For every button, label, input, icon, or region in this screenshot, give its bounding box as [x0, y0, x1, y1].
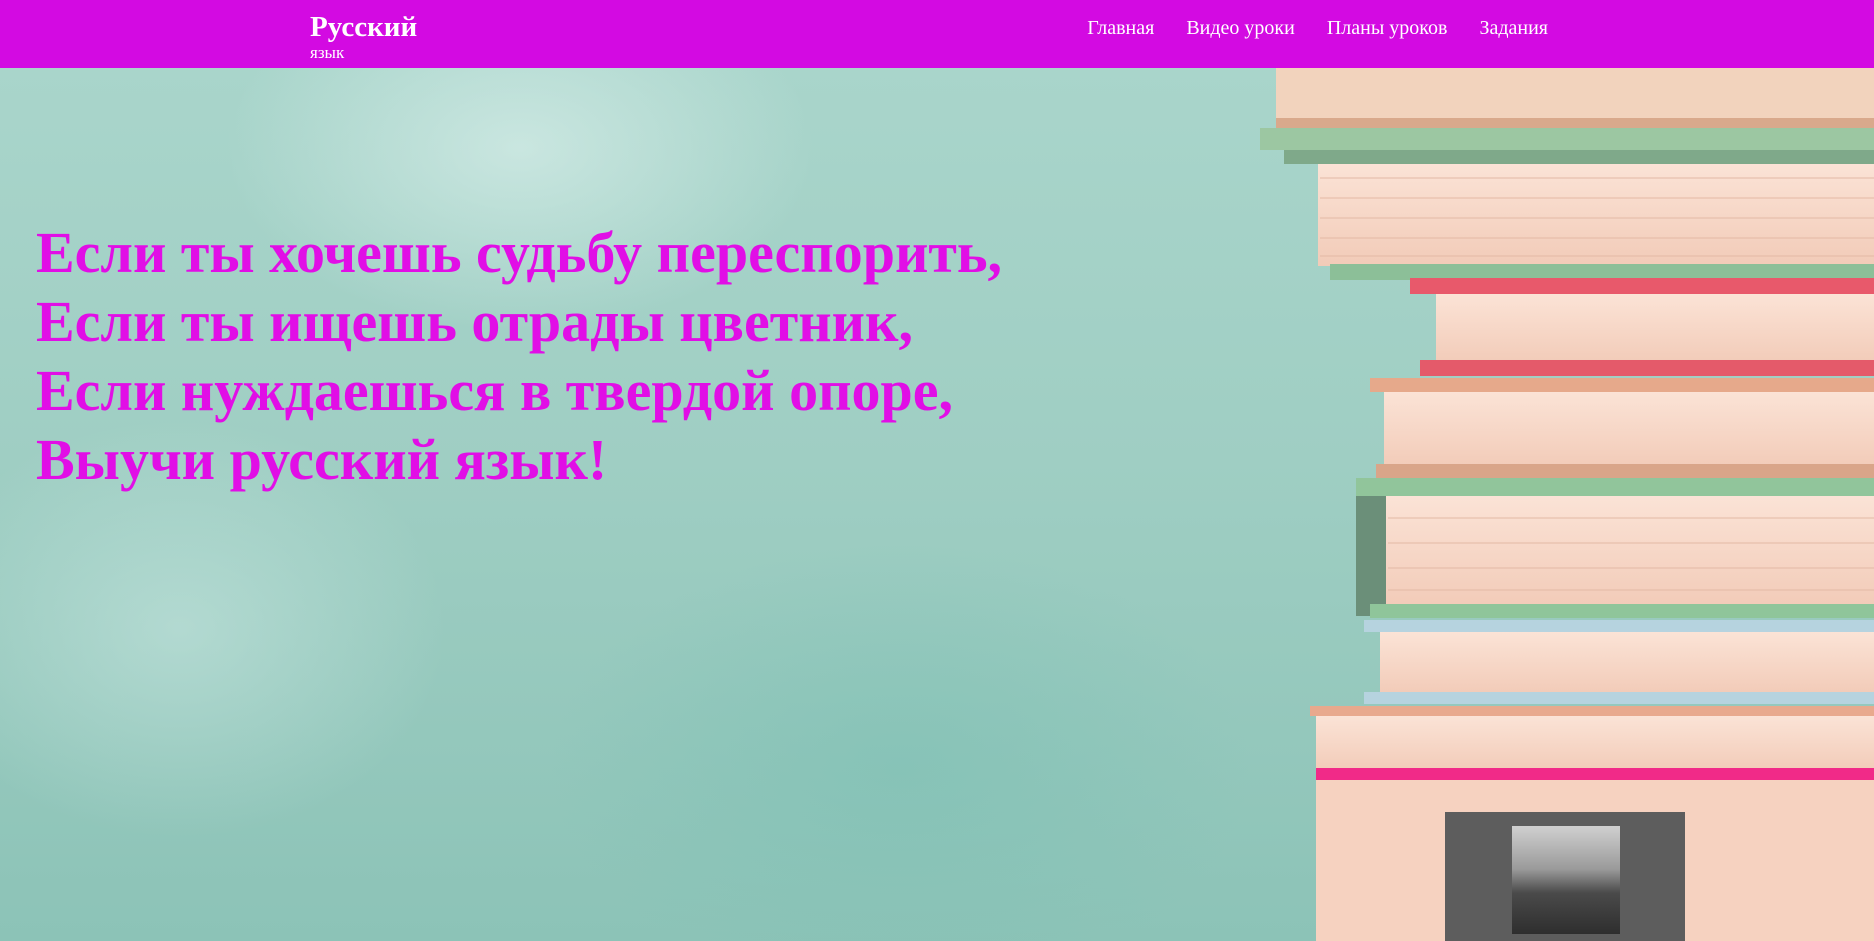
site-logo[interactable]: Русский язык: [310, 8, 417, 62]
poem-line: Если ты ищешь отрады цветник,: [36, 289, 913, 354]
poem-line: Если нуждаешься в твердой опоре,: [36, 358, 953, 423]
poem-line: Выучи русский язык!: [36, 427, 608, 492]
nav-link-video-lessons[interactable]: Видео уроки: [1186, 14, 1295, 42]
books-stack-image: [1260, 68, 1874, 941]
main-nav: Главная Видео уроки Планы уроков Задания: [1087, 14, 1548, 42]
poem-line: Если ты хочешь судьбу переспорить,: [36, 220, 1003, 285]
nav-link-home[interactable]: Главная: [1087, 14, 1154, 42]
landscape-thumbnail-image[interactable]: [1512, 826, 1620, 934]
page: Русский язык Главная Видео уроки Планы у…: [0, 0, 1874, 941]
hero-poem: Если ты хочешь судьбу переспорить, Если …: [36, 218, 1002, 494]
brand-subtitle: язык: [310, 43, 345, 62]
site-header: Русский язык Главная Видео уроки Планы у…: [0, 0, 1874, 68]
nav-link-tasks[interactable]: Задания: [1479, 14, 1548, 42]
nav-link-lesson-plans[interactable]: Планы уроков: [1327, 14, 1448, 42]
media-thumbnail-panel: [1445, 812, 1685, 941]
brand-title: Русский: [310, 11, 418, 43]
